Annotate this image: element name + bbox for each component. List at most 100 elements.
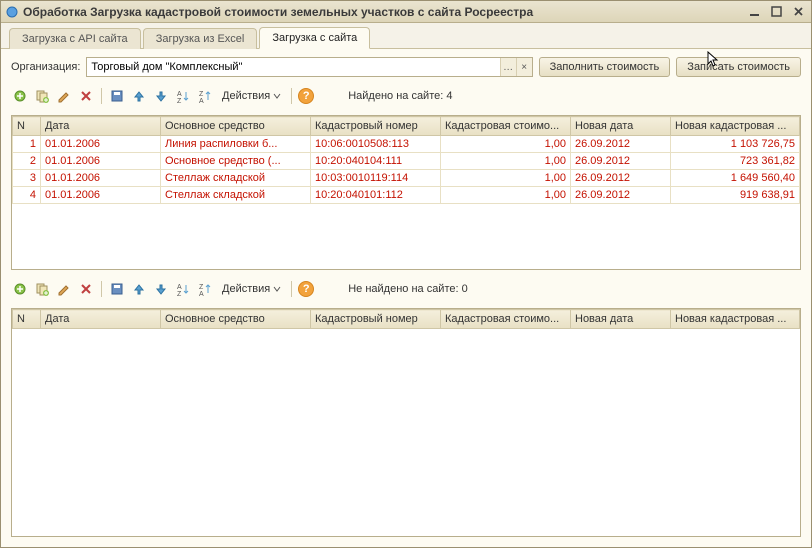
svg-text:Z: Z — [177, 98, 182, 103]
table-row[interactable]: 401.01.2006Стеллаж складской10:20:040101… — [13, 187, 800, 204]
cell-newcost: 1 103 726,75 — [671, 136, 800, 153]
cell-asset: Основное средство (... — [161, 153, 311, 170]
cell-asset: Линия распиловки б... — [161, 136, 311, 153]
grid-header-row: N Дата Основное средство Кадастровый ном… — [13, 117, 800, 136]
tabstrip: Загрузка с API сайта Загрузка из Excel З… — [1, 23, 811, 49]
col-newdate[interactable]: Новая дата — [571, 117, 671, 136]
actions-label: Действия — [222, 283, 270, 295]
col-newcost[interactable]: Новая кадастровая ... — [671, 310, 800, 329]
org-select-button[interactable]: … — [500, 58, 516, 76]
edit-icon[interactable] — [55, 280, 73, 298]
found-label-bottom: Не найдено на сайте: 0 — [348, 283, 468, 295]
tab-api[interactable]: Загрузка с API сайта — [9, 28, 141, 49]
cell-cost: 1,00 — [441, 153, 571, 170]
save-icon[interactable] — [108, 87, 126, 105]
table-row[interactable]: 301.01.2006Стеллаж складской10:03:001011… — [13, 170, 800, 187]
org-clear-button[interactable]: × — [516, 58, 532, 76]
write-cost-button[interactable]: Записать стоимость — [676, 57, 801, 77]
actions-menu[interactable]: Действия — [218, 283, 285, 295]
delete-icon[interactable] — [77, 280, 95, 298]
copy-icon[interactable] — [33, 280, 51, 298]
cell-date: 01.01.2006 — [41, 170, 161, 187]
tab-site[interactable]: Загрузка с сайта — [259, 27, 370, 49]
svg-text:A: A — [199, 291, 204, 296]
close-button[interactable] — [789, 4, 807, 20]
table-row[interactable]: 101.01.2006Линия распиловки б...10:06:00… — [13, 136, 800, 153]
fill-cost-button[interactable]: Заполнить стоимость — [539, 57, 671, 77]
move-up-icon[interactable] — [130, 280, 148, 298]
table-row[interactable]: 201.01.2006Основное средство (...10:20:0… — [13, 153, 800, 170]
chevron-down-icon — [273, 285, 281, 293]
delete-icon[interactable] — [77, 87, 95, 105]
cell-newdate: 26.09.2012 — [571, 187, 671, 204]
toolbar-separator — [101, 88, 102, 104]
toolbar-separator — [101, 281, 102, 297]
org-label: Организация: — [11, 61, 80, 73]
window-title: Обработка Загрузка кадастровой стоимости… — [23, 5, 741, 19]
cell-asset: Стеллаж складской — [161, 170, 311, 187]
col-date[interactable]: Дата — [41, 117, 161, 136]
col-cad[interactable]: Кадастровый номер — [311, 117, 441, 136]
col-asset[interactable]: Основное средство — [161, 117, 311, 136]
cell-newcost: 1 649 560,40 — [671, 170, 800, 187]
toolbar-separator — [291, 281, 292, 297]
col-cad[interactable]: Кадастровый номер — [311, 310, 441, 329]
cell-newdate: 26.09.2012 — [571, 136, 671, 153]
help-button[interactable]: ? — [298, 281, 314, 297]
sort-desc-icon[interactable]: ZA — [196, 87, 214, 105]
sort-asc-icon[interactable]: AZ — [174, 87, 192, 105]
titlebar: Обработка Загрузка кадастровой стоимости… — [1, 1, 811, 23]
cell-date: 01.01.2006 — [41, 136, 161, 153]
add-icon[interactable] — [11, 87, 29, 105]
col-n[interactable]: N — [13, 117, 41, 136]
sort-asc-icon[interactable]: AZ — [174, 280, 192, 298]
cell-date: 01.01.2006 — [41, 153, 161, 170]
toolbar-top: AZ ZA Действия ? Найдено на сайте: 4 — [11, 85, 801, 107]
svg-text:Z: Z — [177, 291, 182, 296]
cell-n: 3 — [13, 170, 41, 187]
sort-desc-icon[interactable]: ZA — [196, 280, 214, 298]
cell-cad: 10:06:0010508:113 — [311, 136, 441, 153]
add-icon[interactable] — [11, 280, 29, 298]
actions-menu[interactable]: Действия — [218, 90, 285, 102]
col-asset[interactable]: Основное средство — [161, 310, 311, 329]
col-cost[interactable]: Кадастровая стоимо... — [441, 117, 571, 136]
edit-icon[interactable] — [55, 87, 73, 105]
svg-text:A: A — [177, 91, 182, 98]
col-date[interactable]: Дата — [41, 310, 161, 329]
cell-newdate: 26.09.2012 — [571, 170, 671, 187]
grid-found[interactable]: N Дата Основное средство Кадастровый ном… — [11, 115, 801, 270]
col-n[interactable]: N — [13, 310, 41, 329]
grid-header-row: N Дата Основное средство Кадастровый ном… — [13, 310, 800, 329]
save-icon[interactable] — [108, 280, 126, 298]
cell-cad: 10:20:040101:112 — [311, 187, 441, 204]
move-down-icon[interactable] — [152, 280, 170, 298]
help-button[interactable]: ? — [298, 88, 314, 104]
col-newdate[interactable]: Новая дата — [571, 310, 671, 329]
svg-text:A: A — [177, 284, 182, 291]
org-input[interactable] — [87, 58, 499, 76]
maximize-button[interactable] — [767, 4, 785, 20]
move-down-icon[interactable] — [152, 87, 170, 105]
cell-cad: 10:03:0010119:114 — [311, 170, 441, 187]
copy-icon[interactable] — [33, 87, 51, 105]
cell-n: 4 — [13, 187, 41, 204]
tab-excel[interactable]: Загрузка из Excel — [143, 28, 258, 49]
cell-cost: 1,00 — [441, 170, 571, 187]
svg-text:Z: Z — [199, 284, 204, 291]
app-icon — [5, 5, 19, 19]
col-newcost[interactable]: Новая кадастровая ... — [671, 117, 800, 136]
org-input-wrap: … × — [86, 57, 532, 77]
cell-cost: 1,00 — [441, 187, 571, 204]
grid-notfound[interactable]: N Дата Основное средство Кадастровый ном… — [11, 308, 801, 537]
cell-cost: 1,00 — [441, 136, 571, 153]
svg-text:A: A — [199, 98, 204, 103]
move-up-icon[interactable] — [130, 87, 148, 105]
toolbar-bottom: AZ ZA Действия ? Не найдено на сайте: 0 — [11, 278, 801, 300]
cell-newcost: 723 361,82 — [671, 153, 800, 170]
svg-text:Z: Z — [199, 91, 204, 98]
minimize-button[interactable] — [745, 4, 763, 20]
col-cost[interactable]: Кадастровая стоимо... — [441, 310, 571, 329]
found-label-top: Найдено на сайте: 4 — [348, 90, 452, 102]
cell-date: 01.01.2006 — [41, 187, 161, 204]
